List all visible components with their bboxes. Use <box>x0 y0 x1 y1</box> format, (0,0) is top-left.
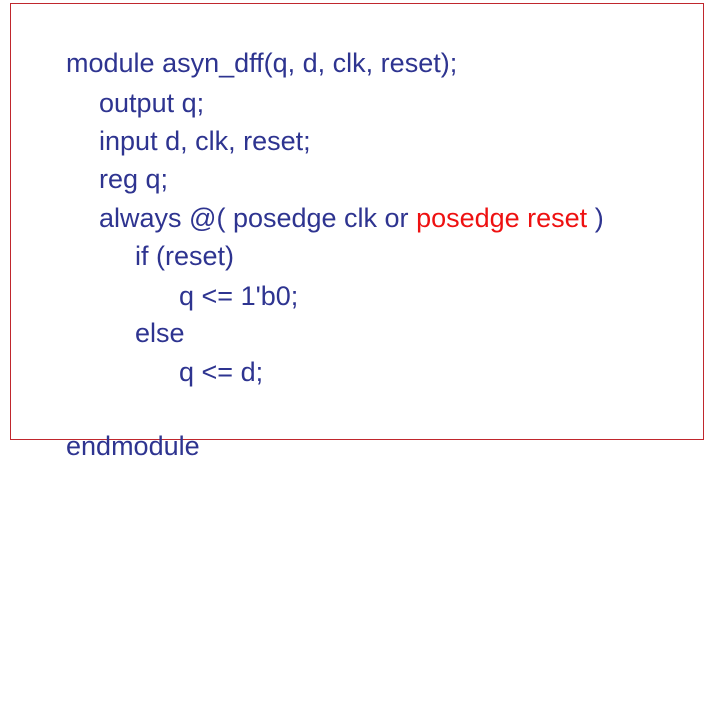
code-line-input: input d, clk, reset; <box>54 93 311 156</box>
code-line-reg: reg q; <box>54 131 168 194</box>
code-line-if: if (reset) <box>90 208 234 271</box>
code-line-text: q <= d; <box>179 357 264 387</box>
code-line-reset-assign: q <= 1'b0; <box>134 248 298 311</box>
code-line-d-assign: q <= d; <box>134 324 263 387</box>
code-line-module-header: module asyn_dff(q, d, clk, reset); <box>21 15 457 78</box>
code-line-text: endmodule <box>66 431 200 461</box>
code-line-else: else <box>90 285 185 348</box>
code-line-text: q <= 1'b0; <box>179 281 299 311</box>
code-line-always: always @( posedge clk or posedge reset ) <box>54 170 604 233</box>
code-box: module asyn_dff(q, d, clk, reset); outpu… <box>10 3 704 461</box>
code-line-endmodule: endmodule <box>21 398 200 461</box>
highlighted-sensitivity-term: posedge reset <box>416 203 588 233</box>
code-line-output: output q; <box>54 55 204 118</box>
verilog-code-listing: module asyn_dff(q, d, clk, reset); outpu… <box>11 4 604 717</box>
code-line-text-after: ) <box>587 203 604 233</box>
